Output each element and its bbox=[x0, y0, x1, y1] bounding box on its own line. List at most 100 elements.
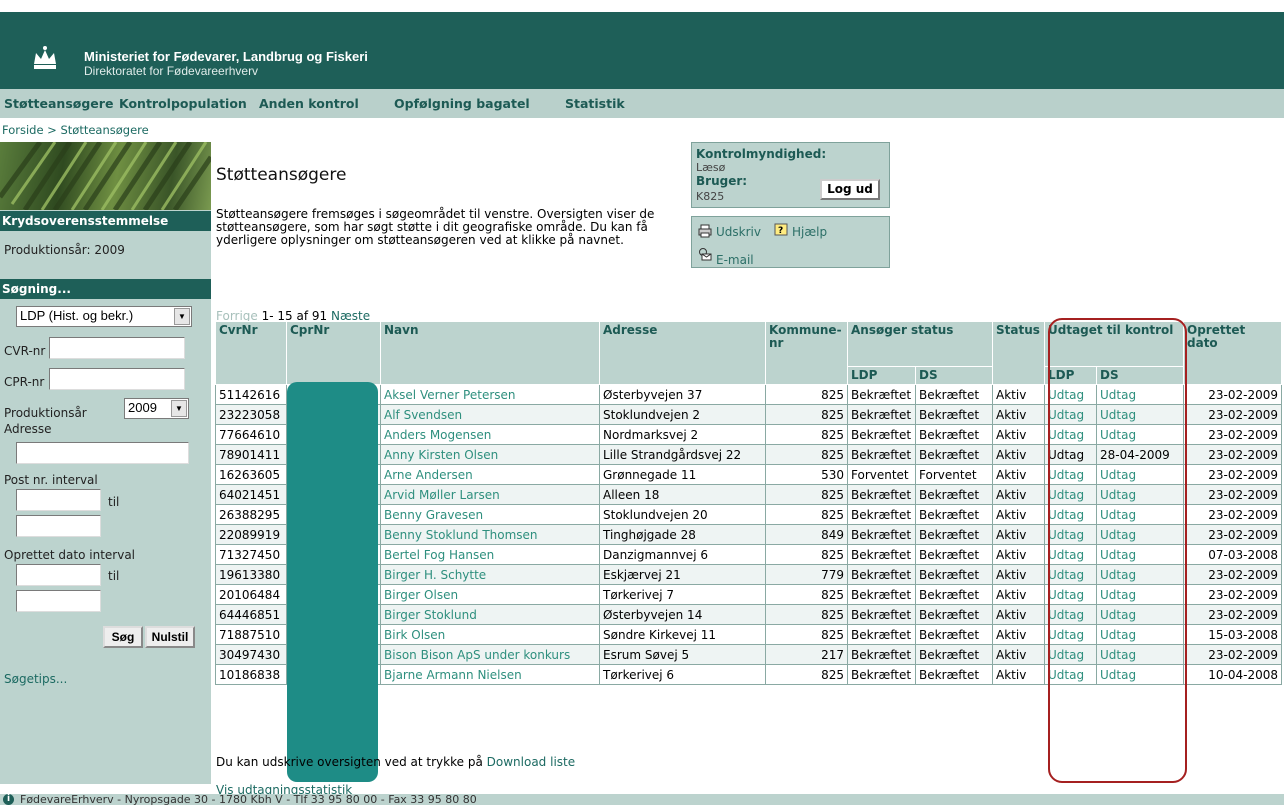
cell-kommune: 825 bbox=[765, 624, 848, 645]
breadcrumb[interactable]: Forside > Støtteansøgere bbox=[2, 123, 149, 137]
cell-ds-status: Bekræftet bbox=[915, 504, 993, 525]
cell-address: Østerbyvejen 14 bbox=[599, 604, 766, 625]
cell-status: Aktiv bbox=[992, 624, 1045, 645]
menu-item-statistik[interactable]: Statistik bbox=[565, 96, 625, 111]
main-menu: Støtteansøgere Kontrolpopulation Anden k… bbox=[0, 89, 1284, 118]
cell-cvr: 19613380 bbox=[215, 564, 287, 585]
chevron-down-icon: ▼ bbox=[174, 308, 190, 325]
cell-name[interactable]: Benny Stoklund Thomsen bbox=[380, 524, 600, 545]
cell-cvr: 71327450 bbox=[215, 544, 287, 565]
cell-cvr: 77664610 bbox=[215, 424, 287, 445]
cell-name[interactable]: Arne Andersen bbox=[380, 464, 600, 485]
logout-button[interactable]: Log ud bbox=[820, 179, 880, 200]
cell-name[interactable]: Alf Svendsen bbox=[380, 404, 600, 425]
menu-item-opfolgning-bagatel[interactable]: Opfølgning bagatel bbox=[394, 96, 530, 111]
cell-status: Aktiv bbox=[992, 504, 1045, 525]
cell-address: Esrum Søvej 5 bbox=[599, 644, 766, 665]
cell-kommune: 825 bbox=[765, 404, 848, 425]
col-header-kommune[interactable]: Kommune-nr bbox=[765, 321, 848, 385]
help-link[interactable]: Hjælp bbox=[792, 225, 827, 239]
cvr-input[interactable] bbox=[49, 337, 185, 359]
cell-name[interactable]: Anny Kirsten Olsen bbox=[380, 444, 600, 465]
cell-ldp-status: Bekræftet bbox=[847, 664, 916, 685]
cell-created: 23-02-2009 bbox=[1183, 584, 1282, 605]
help-icon: ? bbox=[774, 223, 788, 236]
cell-kommune: 825 bbox=[765, 584, 848, 605]
col-header-status[interactable]: Status bbox=[992, 321, 1045, 385]
sidebar: Krydsoverensstemmelse Produktionsår: 200… bbox=[0, 142, 211, 784]
til-label: til bbox=[108, 569, 120, 583]
reset-button[interactable]: Nulstil bbox=[145, 626, 195, 648]
highlight-annotation bbox=[1048, 318, 1187, 783]
cell-kommune: 217 bbox=[765, 644, 848, 665]
cell-ds-status: Forventet bbox=[915, 464, 993, 485]
cell-name[interactable]: Birk Olsen bbox=[380, 624, 600, 645]
cell-ldp-status: Bekræftet bbox=[847, 384, 916, 405]
search-tips-link[interactable]: Søgetips... bbox=[4, 672, 67, 686]
cell-kommune: 825 bbox=[765, 444, 848, 465]
cell-ldp-status: Bekræftet bbox=[847, 564, 916, 585]
cell-ldp-status: Bekræftet bbox=[847, 524, 916, 545]
cell-address: Lille Strandgårdsvej 22 bbox=[599, 444, 766, 465]
col-header-name[interactable]: Navn bbox=[380, 321, 600, 385]
cell-address: Tinghøjgade 28 bbox=[599, 524, 766, 545]
year-label: Produktionsår bbox=[4, 406, 87, 420]
email-link[interactable]: E-mail bbox=[716, 253, 754, 267]
download-link[interactable]: Download liste bbox=[487, 755, 575, 769]
cell-cvr: 16263605 bbox=[215, 464, 287, 485]
cell-ds-status: Bekræftet bbox=[915, 664, 993, 685]
cell-name[interactable]: Bison Bison ApS under konkurs bbox=[380, 644, 600, 665]
cell-name[interactable]: Bertel Fog Hansen bbox=[380, 544, 600, 565]
col-header-applicant-status: Ansøger status bbox=[847, 321, 993, 367]
printer-icon bbox=[698, 224, 712, 238]
cell-ldp-status: Bekræftet bbox=[847, 444, 916, 465]
cell-name[interactable]: Bjarne Armann Nielsen bbox=[380, 664, 600, 685]
cell-name[interactable]: Benny Gravesen bbox=[380, 504, 600, 525]
cell-name[interactable]: Birger Stoklund bbox=[380, 604, 600, 625]
date-to-input[interactable] bbox=[16, 590, 101, 612]
print-link[interactable]: Udskriv bbox=[716, 225, 761, 239]
cell-status: Aktiv bbox=[992, 424, 1045, 445]
cell-name[interactable]: Birger Olsen bbox=[380, 584, 600, 605]
authority-label: Kontrolmyndighed: bbox=[696, 147, 827, 161]
year-select[interactable]: 2009 ▼ bbox=[124, 398, 189, 419]
cell-name[interactable]: Aksel Verner Petersen bbox=[380, 384, 600, 405]
post-to-input[interactable] bbox=[16, 515, 101, 537]
type-select[interactable]: LDP (Hist. og bekr.) ▼ bbox=[16, 306, 192, 327]
menu-item-anden-kontrol[interactable]: Anden kontrol bbox=[259, 96, 359, 111]
col-header-created[interactable]: Oprettet dato bbox=[1183, 321, 1282, 385]
cell-ldp-status: Bekræftet bbox=[847, 424, 916, 445]
cell-status: Aktiv bbox=[992, 404, 1045, 425]
col-header-address[interactable]: Adresse bbox=[599, 321, 766, 385]
col-header-cvr[interactable]: CvrNr bbox=[215, 321, 287, 385]
cell-name[interactable]: Arvid Møller Larsen bbox=[380, 484, 600, 505]
cell-address: Danzigmannvej 6 bbox=[599, 544, 766, 565]
cell-address: Østerbyvejen 37 bbox=[599, 384, 766, 405]
menu-item-kontrolpopulation[interactable]: Kontrolpopulation bbox=[119, 96, 247, 111]
search-button[interactable]: Søg bbox=[103, 626, 143, 648]
cell-ldp-status: Forventet bbox=[847, 464, 916, 485]
cell-name[interactable]: Anders Mogensen bbox=[380, 424, 600, 445]
address-input[interactable] bbox=[16, 442, 189, 464]
cell-created: 23-02-2009 bbox=[1183, 464, 1282, 485]
footer-text: FødevareErhverv - Nyropsgade 30 - 1780 K… bbox=[20, 793, 477, 806]
cell-ldp-status: Bekræftet bbox=[847, 504, 916, 525]
chevron-down-icon: ▼ bbox=[171, 400, 187, 417]
post-from-input[interactable] bbox=[16, 489, 101, 511]
cell-created: 23-02-2009 bbox=[1183, 424, 1282, 445]
cell-address: Søndre Kirkevej 11 bbox=[599, 624, 766, 645]
cell-created: 23-02-2009 bbox=[1183, 504, 1282, 525]
cell-created: 23-02-2009 bbox=[1183, 524, 1282, 545]
cell-created: 07-03-2008 bbox=[1183, 544, 1282, 565]
menu-item-stotteansogere[interactable]: Støtteansøgere bbox=[4, 96, 113, 111]
cell-cvr: 64446851 bbox=[215, 604, 287, 625]
date-from-input[interactable] bbox=[16, 564, 101, 586]
cell-status: Aktiv bbox=[992, 564, 1045, 585]
cell-name[interactable]: Birger H. Schytte bbox=[380, 564, 600, 585]
cpr-input[interactable] bbox=[49, 368, 185, 390]
col-header-ldp: LDP bbox=[847, 366, 916, 385]
cell-ds-status: Bekræftet bbox=[915, 484, 993, 505]
col-header-cpr[interactable]: CprNr bbox=[286, 321, 381, 385]
cell-address: Stoklundvejen 2 bbox=[599, 404, 766, 425]
production-year-text: Produktionsår: 2009 bbox=[4, 243, 125, 257]
